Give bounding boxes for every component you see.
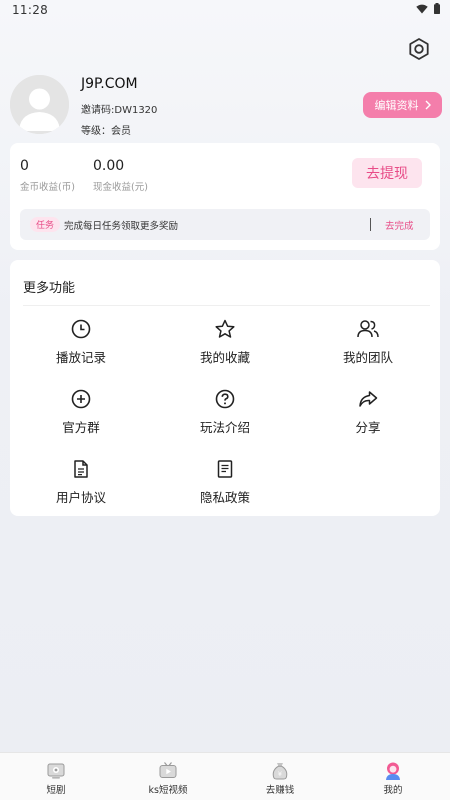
clock-icon	[71, 319, 91, 339]
invite-code: 邀请码:DW1320	[81, 105, 158, 116]
earnings-card: 0 金币收益(币) 0.00 现金收益(元) 去提现 任务 完成每日任务领取更多…	[10, 143, 440, 250]
func-label: 播放记录	[55, 350, 106, 365]
func-official-group[interactable]: 官方群	[21, 388, 141, 438]
share-icon	[359, 391, 378, 407]
task-tag: 任务	[30, 217, 61, 232]
plus-circle-icon	[71, 389, 91, 409]
username: J9P.COM	[81, 76, 138, 92]
divider	[23, 305, 430, 306]
edit-profile-button[interactable]: 编辑资料	[363, 92, 442, 118]
task-text: 完成每日任务领取更多奖励	[64, 221, 179, 232]
func-label: 隐私政策	[199, 490, 250, 505]
status-time: 11:28	[12, 3, 49, 17]
battery-icon	[434, 3, 440, 14]
settings-icon[interactable]	[406, 36, 432, 62]
func-label: 我的收藏	[199, 350, 250, 365]
func-label: 分享	[355, 420, 381, 435]
withdraw-button[interactable]: 去提现	[352, 158, 422, 188]
default-avatar-icon	[10, 75, 69, 134]
help-icon	[215, 389, 235, 409]
nav-item-ks-video[interactable]: ks短视频	[128, 761, 208, 796]
func-how-to-play[interactable]: 玩法介绍	[165, 388, 285, 438]
nav-item-drama[interactable]: 短剧	[16, 761, 96, 796]
wifi-icon	[416, 4, 428, 13]
more-functions-card: 更多功能 播放记录 我的收藏 我的团队 官方群 玩法介绍 分享 用户协议 隐私政…	[10, 260, 440, 516]
func-share[interactable]: 分享	[308, 388, 428, 438]
policy-icon	[217, 460, 233, 478]
chevron-right-icon	[425, 100, 431, 110]
nav-label: ks短视频	[148, 785, 188, 796]
member-level: 等级：会员	[81, 126, 131, 137]
document-icon	[74, 460, 88, 478]
profile-icon	[386, 762, 400, 780]
func-label: 玩法介绍	[199, 420, 250, 435]
team-icon	[357, 320, 379, 338]
edit-profile-label: 编辑资料	[374, 99, 419, 112]
nav-label: 我的	[383, 785, 403, 796]
bottom-nav: 短剧 ks短视频 ¥ 去赚钱 我的	[0, 752, 450, 800]
func-favorites[interactable]: 我的收藏	[165, 318, 285, 368]
avatar[interactable]	[10, 75, 69, 134]
star-icon	[215, 319, 235, 338]
profile-screen: 11:28 J9P.COM 邀请码:DW1320 等级：会员 编辑资料 0 金币…	[0, 0, 450, 800]
task-banner[interactable]: 任务 完成每日任务领取更多奖励 去完成	[20, 209, 430, 240]
task-divider	[370, 218, 371, 231]
drama-icon	[47, 763, 65, 779]
video-icon	[159, 762, 177, 778]
section-title: 更多功能	[23, 281, 76, 296]
func-play-history[interactable]: 播放记录	[21, 318, 141, 368]
coins-label: 金币收益(币)	[20, 182, 75, 193]
money-bag-icon: ¥	[272, 763, 288, 780]
func-label: 我的团队	[342, 350, 393, 365]
func-user-agreement[interactable]: 用户协议	[21, 458, 141, 508]
func-my-team[interactable]: 我的团队	[308, 318, 428, 368]
nav-item-mine[interactable]: 我的	[353, 761, 433, 796]
func-label: 官方群	[62, 420, 100, 435]
cash-value: 0.00	[93, 158, 125, 174]
nav-label: 去赚钱	[265, 785, 295, 796]
task-go-button[interactable]: 去完成	[385, 218, 414, 232]
status-icons	[416, 3, 440, 14]
cash-label: 现金收益(元)	[93, 182, 148, 193]
nav-item-earn-money[interactable]: ¥ 去赚钱	[240, 761, 320, 796]
func-label: 用户协议	[55, 490, 106, 505]
status-bar: 11:28	[0, 0, 450, 22]
svg-text:¥: ¥	[278, 770, 282, 778]
func-privacy-policy[interactable]: 隐私政策	[165, 458, 285, 508]
nav-label: 短剧	[46, 785, 66, 796]
coins-value: 0	[20, 158, 29, 174]
